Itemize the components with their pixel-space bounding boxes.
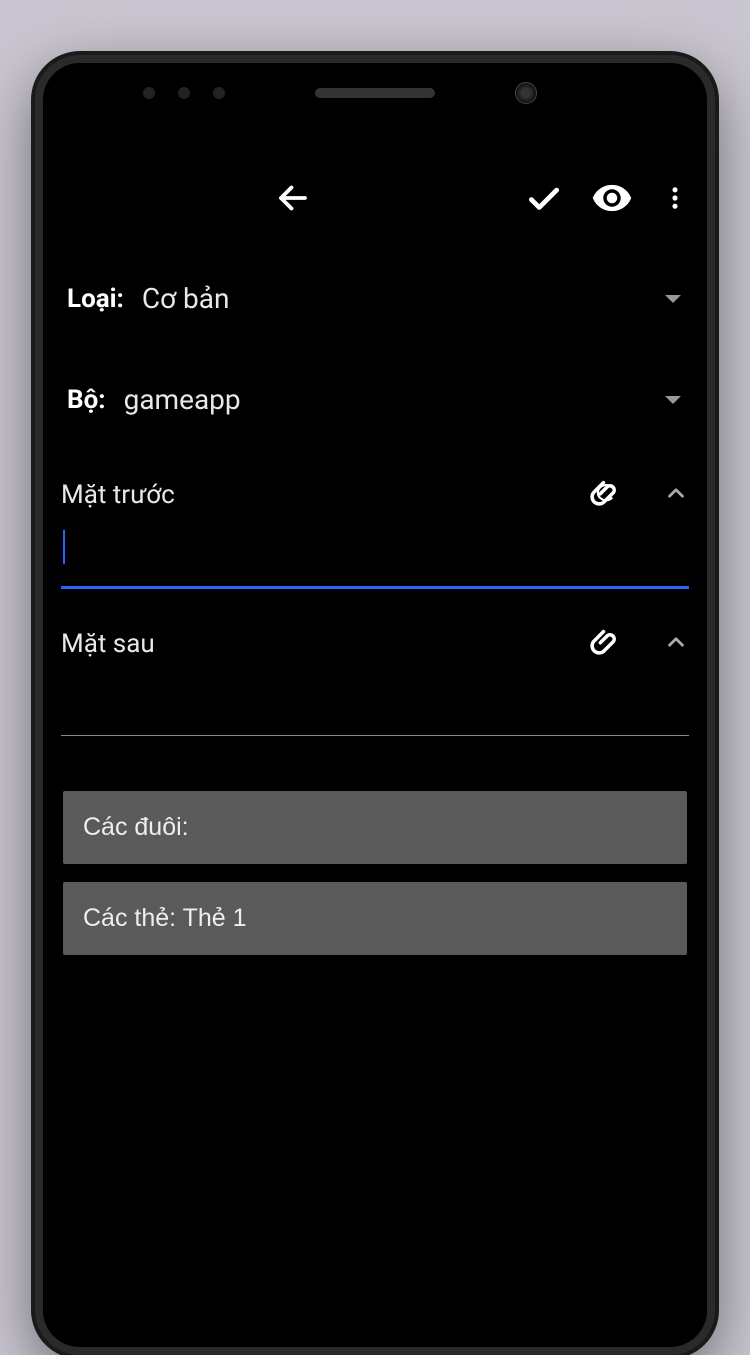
footer-section: Các đuôi: Các thẻ: Thẻ 1	[61, 791, 689, 955]
content-area: Loại: Cơ bản Bộ: gameapp Mặt trước	[43, 238, 707, 955]
note-type-selector[interactable]: Loại: Cơ bản	[61, 268, 689, 329]
more-options-button[interactable]	[661, 184, 689, 212]
paperclip-icon	[589, 476, 623, 510]
cards-button[interactable]: Các thẻ: Thẻ 1	[63, 882, 687, 955]
front-input[interactable]	[61, 530, 689, 589]
confirm-button[interactable]	[525, 179, 563, 217]
status-bar	[43, 123, 707, 158]
preview-button[interactable]	[591, 177, 633, 219]
chevron-down-icon	[665, 295, 681, 303]
back-input[interactable]	[61, 679, 689, 736]
arrow-left-icon	[275, 180, 311, 216]
back-field-section: Mặt sau	[61, 619, 689, 736]
phone-screen: Loại: Cơ bản Bộ: gameapp Mặt trước	[43, 123, 707, 1347]
chevron-down-icon	[665, 396, 681, 404]
front-attach-button[interactable]	[589, 476, 623, 514]
sensor-dot	[143, 87, 155, 99]
back-attach-button[interactable]	[589, 625, 623, 663]
check-icon	[525, 179, 563, 217]
back-field-label: Mặt sau	[61, 629, 589, 659]
phone-camera	[515, 82, 537, 104]
eye-icon	[591, 177, 633, 219]
tags-button[interactable]: Các đuôi:	[63, 791, 687, 864]
app-bar	[43, 158, 707, 238]
note-type-label: Loại:	[67, 284, 124, 314]
back-collapse-button[interactable]	[663, 629, 689, 659]
paperclip-icon	[589, 625, 623, 659]
phone-frame: Loại: Cơ bản Bộ: gameapp Mặt trước	[35, 55, 715, 1355]
sensor-dot	[178, 87, 190, 99]
deck-value: gameapp	[124, 383, 241, 416]
back-button[interactable]	[61, 180, 525, 216]
deck-selector[interactable]: Bộ: gameapp	[61, 369, 689, 430]
chevron-up-icon	[663, 480, 689, 506]
front-field-label: Mặt trước	[61, 480, 589, 510]
sensor-dot	[213, 87, 225, 99]
deck-label: Bộ:	[67, 385, 106, 415]
front-collapse-button[interactable]	[663, 480, 689, 510]
note-type-value: Cơ bản	[142, 282, 230, 315]
phone-bezel-top	[43, 63, 707, 123]
more-vertical-icon	[661, 184, 689, 212]
front-input-wrapper	[61, 520, 689, 589]
back-field-header: Mặt sau	[61, 619, 689, 669]
front-field-section: Mặt trước	[61, 470, 689, 589]
chevron-up-icon	[663, 629, 689, 655]
front-field-header: Mặt trước	[61, 470, 689, 520]
phone-speaker	[315, 88, 435, 98]
